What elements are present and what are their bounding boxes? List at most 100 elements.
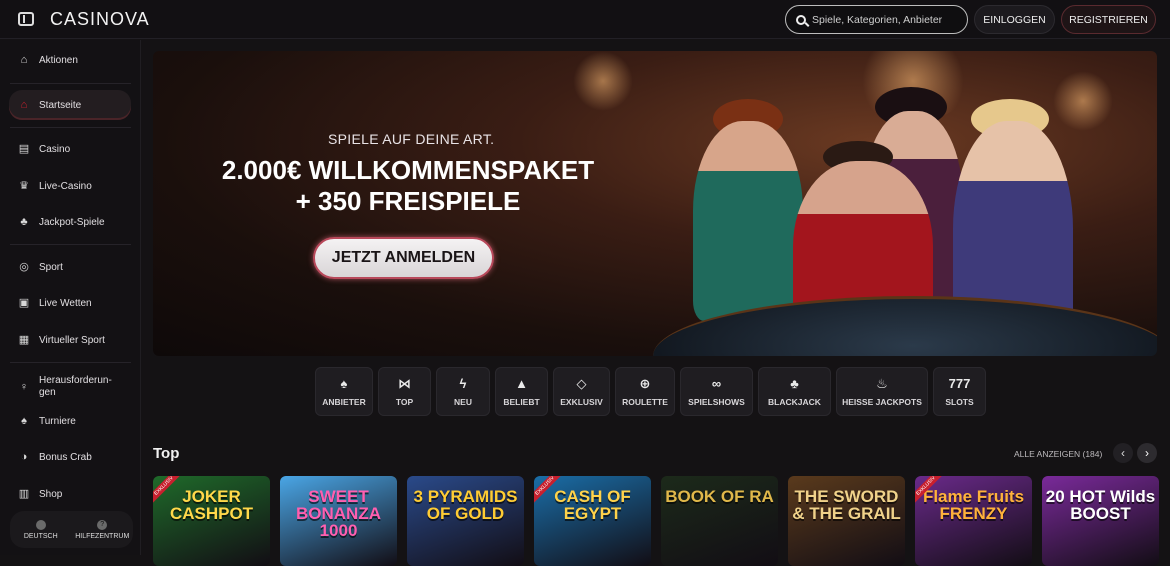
category-exklusiv[interactable]: ◇ EXKLUSIV — [553, 367, 610, 416]
game-tile[interactable]: SWEET BONANZA 1000 — [280, 476, 397, 566]
sidebar-item-turniere[interactable]: ♠ Turniere — [0, 406, 141, 436]
section-title-top: Top — [153, 445, 180, 462]
login-button[interactable]: EINLOGGEN — [974, 5, 1055, 34]
sidebar-item-casino[interactable]: ▤ Casino — [0, 134, 141, 164]
sidebar-item-label: Live-Casino — [39, 180, 92, 192]
clover-icon: ♣ — [20, 216, 28, 228]
category-beliebt[interactable]: ▲ BELIEBT — [495, 367, 548, 416]
sidebar-item-shop[interactable]: ▥ Shop — [0, 479, 141, 509]
category-spielshows[interactable]: ∞ SPIELSHOWS — [680, 367, 753, 416]
chevron-right-icon: › — [1145, 446, 1149, 460]
bow-tie-icon: ⋈ — [398, 375, 411, 391]
slot-machine-icon: ▤ — [18, 143, 30, 155]
language-button[interactable]: DEUTSCH — [10, 511, 72, 548]
sidebar-item-jackpot-spiele[interactable]: ♣ Jackpot-Spiele — [0, 207, 141, 237]
category-top[interactable]: ⋈ TOP — [378, 367, 431, 416]
provider-icon: ♠ — [340, 375, 348, 391]
sidebar-item-label: Turniere — [39, 415, 76, 427]
category-label: SLOTS — [945, 396, 974, 407]
sidebar-item-sport[interactable]: ◎ Sport — [0, 252, 141, 282]
slots-777-icon: 777 — [948, 375, 971, 391]
help-center-button[interactable]: ? HILFEZENTRUM — [72, 511, 134, 548]
sidebar-item-aktionen[interactable]: ⌂ Aktionen — [0, 45, 141, 75]
sidebar-item-label: Sport — [39, 261, 63, 273]
carousel-prev-button[interactable]: ‹ — [1113, 443, 1133, 463]
hero-illustration-woman — [693, 121, 803, 321]
chandelier-light — [1053, 71, 1113, 131]
category-roulette[interactable]: ⊕ ROULETTE — [615, 367, 675, 416]
game-title: JOKER CASHPOT — [169, 487, 254, 523]
globe-icon — [35, 519, 46, 530]
mask-icon: ∞ — [711, 375, 722, 391]
show-all-link[interactable]: ALLE ANZEIGEN (184) — [1014, 449, 1102, 459]
help-label: HILFEZENTRUM — [75, 532, 130, 540]
shop-icon: ▥ — [18, 488, 30, 500]
game-title: CASH OF EGYPT — [554, 487, 631, 523]
category-label: ROULETTE — [622, 396, 668, 407]
category-label: EXKLUSIV — [560, 396, 603, 407]
search-input[interactable] — [812, 13, 962, 26]
game-tile[interactable]: 3 PYRAMIDS OF GOLD — [407, 476, 524, 566]
game-tile[interactable]: Flame Fruits FRENZY EXKLUSIV — [915, 476, 1032, 566]
hero-title-line: 2.000€ WILLKOMMENSPAKET — [221, 155, 595, 185]
game-title: Flame Fruits FRENZY — [922, 487, 1025, 523]
sidebar-toggle-icon[interactable] — [18, 12, 34, 26]
game-tile[interactable]: 20 HOT Wilds BOOST — [1042, 476, 1159, 566]
sidebar-item-live-casino[interactable]: ♛ Live-Casino — [0, 171, 141, 201]
game-title: SWEET BONANZA 1000 — [296, 487, 381, 540]
gift-icon: ⌂ — [20, 54, 28, 66]
top-bar: CASINOVA EINLOGGEN REGISTRIEREN — [0, 0, 1170, 39]
game-title: 3 PYRAMIDS OF GOLD — [413, 487, 518, 523]
register-button[interactable]: REGISTRIEREN — [1061, 5, 1156, 34]
game-tile[interactable]: CASH OF EGYPT EXKLUSIV — [534, 476, 651, 566]
category-blackjack[interactable]: ♣ BLACKJACK — [758, 367, 831, 416]
game-tile[interactable]: BOOK OF RA — [661, 476, 778, 566]
search-box[interactable] — [785, 5, 968, 34]
sidebar-item-label: Casino — [39, 143, 71, 155]
sidebar-item-label: Virtueller Sport — [39, 334, 105, 346]
sidebar-item-virtueller-sport[interactable]: ▦ Virtueller Sport — [0, 325, 141, 355]
category-anbieter[interactable]: ♠ ANBIETER — [315, 367, 373, 416]
bonus-crab-icon: ◑ — [20, 451, 28, 463]
carousel-next-button[interactable]: › — [1137, 443, 1157, 463]
chevron-left-icon: ‹ — [1121, 446, 1125, 460]
search-icon — [796, 14, 806, 25]
game-tile[interactable]: JOKER CASHPOT EXKLUSIV — [153, 476, 270, 566]
help-icon: ? — [97, 519, 108, 530]
category-label: TOP — [395, 396, 414, 407]
live-dealer-icon: ♛ — [19, 180, 29, 192]
sidebar-item-startseite[interactable]: ⌂ Startseite — [9, 90, 131, 120]
soccer-ball-icon: ◎ — [19, 261, 29, 273]
category-neu[interactable]: ϟ NEU — [436, 367, 490, 416]
game-tile[interactable]: THE SWORD & THE GRAIL — [788, 476, 905, 566]
live-bet-icon: ▣ — [18, 297, 30, 309]
sidebar: ⌂ Aktionen ⌂ Startseite ▤ Casino ♛ Live-Casi… — [0, 40, 141, 555]
casinova-logo[interactable]: CASINOVA — [50, 9, 150, 30]
hero-banner[interactable]: SPIELE AUF DEINE ART. 2.000€ WILLKOMMENS… — [153, 51, 1157, 356]
cards-icon: ♣ — [790, 375, 799, 391]
home-icon: ⌂ — [20, 99, 28, 111]
roulette-icon: ⊕ — [639, 375, 651, 391]
sidebar-item-label: Jackpot-Spiele — [39, 216, 105, 228]
category-label: NEU — [454, 396, 472, 407]
sidebar-item-bonus-crab[interactable]: ◑ Bonus Crab — [0, 442, 141, 472]
category-slots[interactable]: 777 SLOTS — [933, 367, 986, 416]
sidebar-footer: DEUTSCH ? HILFEZENTRUM — [10, 511, 133, 548]
category-bar: ♠ ANBIETER ⋈ TOP ϟ NEU ▲ BELIEBT ◇ EXKLUSIV ⊕… — [315, 367, 986, 416]
trophy-icon: ♠ — [21, 415, 27, 427]
game-title: 20 HOT Wilds BOOST — [1045, 487, 1156, 523]
category-heisse-jackpots[interactable]: ♨ HEISSE JACKPOTS — [836, 367, 928, 416]
lightning-icon: ϟ — [459, 375, 467, 391]
category-label: ANBIETER — [322, 396, 366, 407]
sidebar-item-label: Shop — [39, 488, 63, 500]
sidebar-item-herausforderungen[interactable]: ♀ Herausforderun-gen — [0, 371, 141, 403]
hero-subtitle: SPIELE AUF DEINE ART. — [328, 131, 495, 147]
chandelier-light — [573, 51, 633, 111]
sidebar-item-label: Startseite — [39, 99, 82, 111]
sidebar-item-label: Bonus Crab — [39, 451, 92, 463]
hero-title: 2.000€ WILLKOMMENSPAKET + 350 FREISPIELE — [208, 155, 608, 217]
sidebar-item-live-wetten[interactable]: ▣ Live Wetten — [0, 288, 141, 318]
signup-cta-button[interactable]: JETZT ANMELDEN — [313, 237, 494, 279]
diamond-icon: ◇ — [576, 375, 587, 391]
challenge-icon: ♀ — [19, 381, 29, 393]
